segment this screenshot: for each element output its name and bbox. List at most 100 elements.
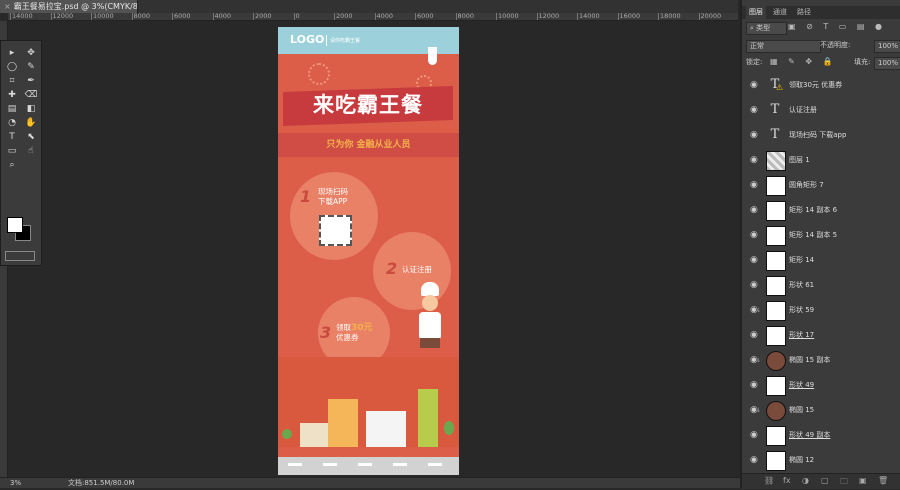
tab-paths[interactable]: 路径 <box>794 6 814 19</box>
layer-name: 椭圆 12 <box>789 456 815 464</box>
visibility-eye-icon[interactable]: ◉ <box>750 330 760 340</box>
visibility-eye-icon[interactable]: ◉ <box>750 255 760 265</box>
layer-row[interactable]: ◉ ↓ 椭圆 15 副本 <box>742 348 900 374</box>
layer-row[interactable]: ◉ 形状 61 <box>742 273 900 299</box>
visibility-eye-icon[interactable]: ◉ <box>750 430 760 440</box>
blend-mode-select[interactable]: 正常 <box>746 40 821 53</box>
rectangle-tool-icon[interactable]: ▭ <box>4 145 20 158</box>
step-1-number: 1 <box>300 187 312 206</box>
ruler-tick-label: 8000 <box>455 13 475 20</box>
step-3-label-post: 优惠券 <box>336 333 359 342</box>
visibility-eye-icon[interactable]: ◉ <box>750 180 760 190</box>
ruler-tick-label: 4000 <box>212 13 232 20</box>
visibility-eye-icon[interactable]: ◉ <box>750 130 760 140</box>
filter-kind-select[interactable]: ⌕ 类型 <box>746 22 787 35</box>
visibility-eye-icon[interactable]: ◉ <box>750 230 760 240</box>
mask-icon[interactable]: ▢ <box>821 476 829 485</box>
fill-field[interactable]: 100% <box>874 57 900 70</box>
visibility-eye-icon[interactable]: ◉ <box>750 205 760 215</box>
ruler-tick-label: 0 <box>293 13 300 20</box>
layer-list: ◉ T ⚠ 领取30元 优惠券 ◉ T 认证注册 ◉ T 现场扫码 下载app ◉ 图层 1 ◉ 圆角矩形… <box>742 73 900 474</box>
layer-thumbnail <box>766 376 786 396</box>
layer-thumbnail <box>766 176 786 196</box>
visibility-eye-icon[interactable]: ◉ <box>750 455 760 465</box>
zoom-tool-icon[interactable]: ⌕ <box>4 159 20 172</box>
layer-thumbnail <box>766 201 786 221</box>
layer-name: 矩形 14 副本 5 <box>789 231 838 239</box>
layer-row[interactable]: ◉ 形状 49 <box>742 373 900 399</box>
layer-filter-icons[interactable]: ▣ ⊘ T ▭ ▤ ● <box>788 22 896 33</box>
heal-tool-icon[interactable]: ✚ <box>4 89 20 102</box>
header-divider <box>326 35 327 46</box>
layer-row[interactable]: ◉ ↓ 椭圆 15 <box>742 398 900 424</box>
tree <box>282 429 292 439</box>
layer-name: 图层 1 <box>789 156 810 164</box>
layer-name: 现场扫码 下载app <box>789 131 847 139</box>
eyedropper-tool-icon[interactable]: ✒ <box>23 75 39 88</box>
zoom-level[interactable]: 3% <box>10 478 21 489</box>
layer-row[interactable]: ◉ 矩形 14 <box>742 248 900 274</box>
filter-kind-value: 类型 <box>756 24 771 32</box>
visibility-eye-icon[interactable]: ◉ <box>750 105 760 115</box>
tab-channels[interactable]: 通道 <box>770 6 790 19</box>
link-layers-icon[interactable]: ⛓ <box>764 476 774 485</box>
layer-row[interactable]: ◉ ↓ 形状 59 <box>742 298 900 324</box>
opacity-field[interactable]: 100% <box>874 40 900 53</box>
document-size[interactable]: 文档:851.5M/80.0M <box>68 478 134 489</box>
firework-decoration <box>308 63 330 85</box>
layer-row[interactable]: ◉ 椭圆 12 <box>742 448 900 474</box>
visibility-eye-icon[interactable]: ◉ <box>750 80 760 90</box>
layer-name: 椭圆 15 副本 <box>789 356 831 364</box>
hand-pan-tool-icon[interactable]: ☝ <box>23 145 39 158</box>
layer-row[interactable]: ◉ 形状 49 副本 <box>742 423 900 449</box>
step-3-label: 领取30元 优惠券 <box>336 323 373 343</box>
quick-mask-button[interactable] <box>5 251 35 261</box>
layer-row[interactable]: ◉ 矩形 14 副本 5 <box>742 223 900 249</box>
layer-thumbnail <box>766 251 786 271</box>
layer-thumbnail <box>766 451 786 471</box>
poster-subtitle: 只为你 金融从业人员 <box>326 140 411 150</box>
ruler-tick-label: 2000 <box>253 13 272 20</box>
layer-thumbnail <box>766 401 786 421</box>
step-2-label: 认证注册 <box>402 265 432 274</box>
type-tool-icon[interactable]: T <box>4 131 20 144</box>
road-marking <box>393 463 407 466</box>
adjustment-layer-icon[interactable]: ◑ <box>802 476 809 485</box>
crop-tool-icon[interactable]: ⌗ <box>4 75 20 88</box>
clipping-mask-icon: ↓ <box>756 307 762 314</box>
dodge-tool-icon[interactable]: ◔ <box>4 117 20 130</box>
close-tab-icon[interactable]: × <box>4 2 11 11</box>
lasso-tool-icon[interactable]: ◯ <box>4 61 20 74</box>
layer-name: 圆角矩形 7 <box>789 181 824 189</box>
horizontal-ruler[interactable]: 14000 12000 10000 8000 6000 4000 2000 0 2000 4000… <box>8 13 738 21</box>
foreground-color-swatch[interactable] <box>7 217 23 233</box>
document-tab[interactable]: × 霸王餐易拉宝.psd @ 3%(CMYK/8) <box>0 0 138 13</box>
trash-icon[interactable]: 🗑 <box>878 476 888 485</box>
layer-style-icon[interactable]: fx <box>783 476 791 485</box>
blur-tool-icon[interactable]: ◧ <box>23 103 39 116</box>
new-layer-icon[interactable]: ▣ <box>859 476 867 485</box>
layer-row[interactable]: ◉ 图层 1 <box>742 148 900 174</box>
eraser-tool-icon[interactable]: ⌫ <box>23 89 39 102</box>
layer-row[interactable]: ◉ 圆角矩形 7 <box>742 173 900 199</box>
layer-row[interactable]: ◉ T ⚠ 领取30元 优惠券 <box>742 73 900 99</box>
layer-row[interactable]: ◉ 形状 17 <box>742 323 900 349</box>
layer-row[interactable]: ◉ T 认证注册 <box>742 98 900 124</box>
visibility-eye-icon[interactable]: ◉ <box>750 155 760 165</box>
visibility-eye-icon[interactable]: ◉ <box>750 380 760 390</box>
path-select-tool-icon[interactable]: ⬉ <box>23 131 39 144</box>
tab-layers[interactable]: 图层 <box>746 6 766 19</box>
gradient-tool-icon[interactable]: ▤ <box>4 103 20 116</box>
layer-row[interactable]: ◉ 矩形 14 副本 6 <box>742 198 900 224</box>
status-bar: 3% 文档:851.5M/80.0M <box>0 477 740 488</box>
layer-thumbnail <box>766 426 786 446</box>
artboard-tool-icon[interactable]: ✥ <box>23 47 39 60</box>
artwork-canvas[interactable]: LOGO 请你吃霸王餐 来吃霸王餐 只为你 金融从业人员 1 现场扫码 下载AP… <box>278 27 459 475</box>
visibility-eye-icon[interactable]: ◉ <box>750 280 760 290</box>
move-tool-icon[interactable]: ▸ <box>4 47 20 60</box>
qr-code-placeholder <box>319 215 352 246</box>
layer-row[interactable]: ◉ T 现场扫码 下载app <box>742 123 900 149</box>
lock-icons[interactable]: ▦ ✎ ✥ 🔒 <box>770 56 840 68</box>
brush-tool-icon[interactable]: ✎ <box>23 61 39 74</box>
hand-tool-icon[interactable]: ✋ <box>23 117 39 130</box>
